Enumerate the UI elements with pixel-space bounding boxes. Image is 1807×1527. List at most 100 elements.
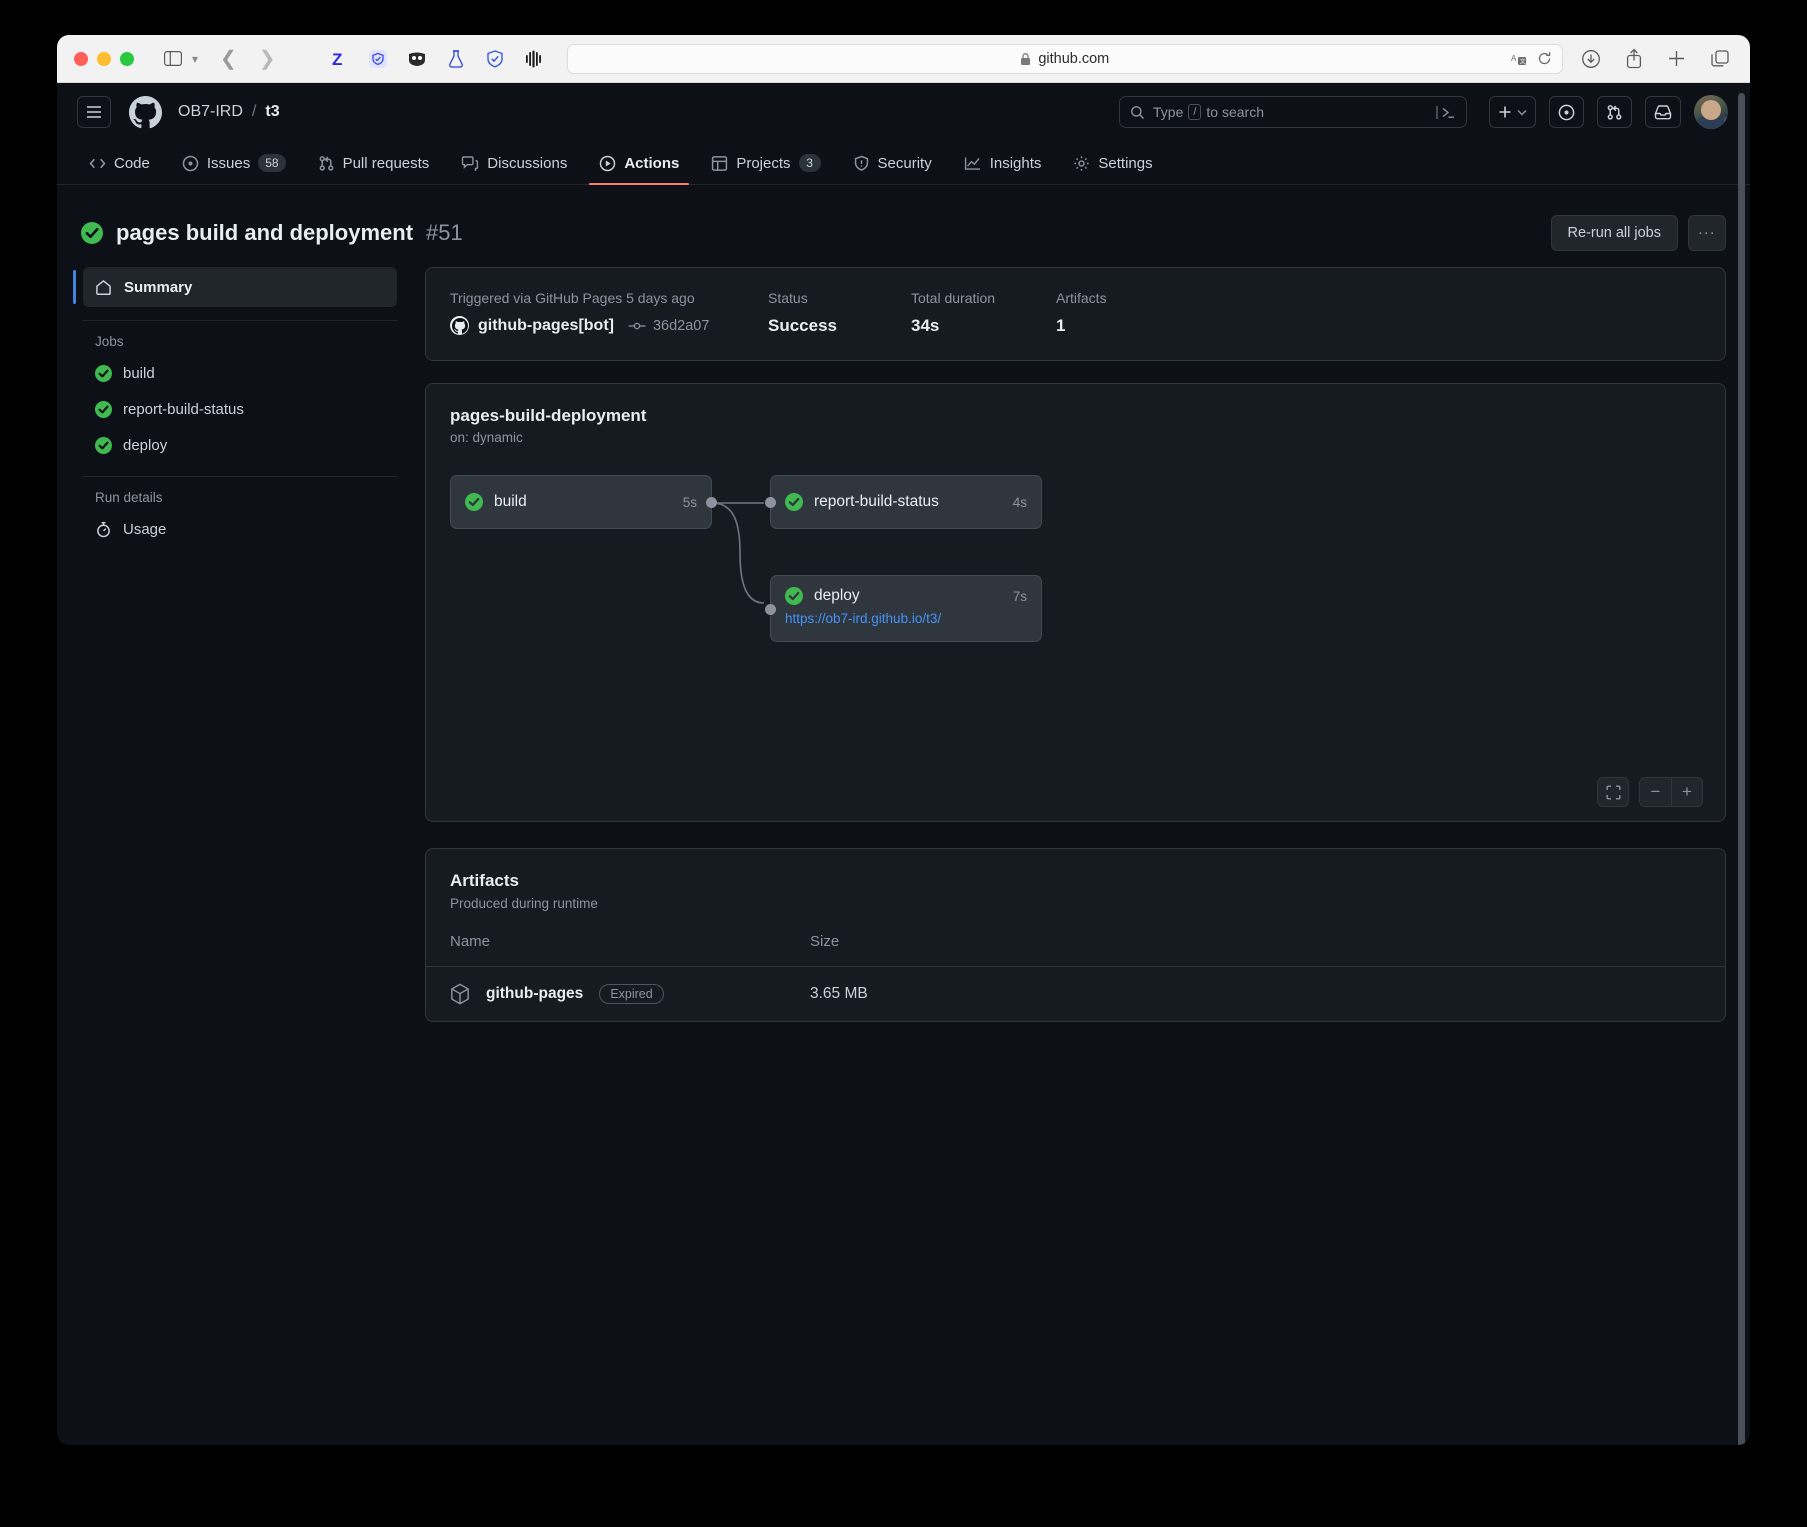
summary-status-value: Success bbox=[768, 316, 837, 335]
sidebar-item-usage[interactable]: Usage bbox=[83, 511, 397, 547]
breadcrumb-repo[interactable]: t3 bbox=[265, 103, 279, 121]
share-icon[interactable] bbox=[1625, 48, 1643, 69]
page-scrollbar[interactable] bbox=[1737, 85, 1747, 1445]
artifacts-col-size: Size bbox=[810, 933, 840, 950]
tab-actions[interactable]: Actions bbox=[587, 155, 691, 185]
more-options-button[interactable]: ... bbox=[1688, 215, 1726, 251]
tab-overview-icon[interactable] bbox=[1710, 49, 1730, 68]
check-circle-success-icon bbox=[95, 400, 112, 418]
graph-node-build[interactable]: build 5s bbox=[450, 475, 717, 529]
workflow-graph[interactable]: build 5s report-build-status 4s deploy 7… bbox=[450, 475, 1701, 805]
sidebar-run-details-header: Run details bbox=[95, 490, 163, 505]
svg-text:文: 文 bbox=[1520, 57, 1526, 65]
fit-screen-icon[interactable] bbox=[1597, 777, 1629, 807]
tab-issues[interactable]: Issues 58 bbox=[170, 154, 298, 184]
zotero-icon[interactable]: Z bbox=[328, 48, 350, 70]
waveform-icon[interactable] bbox=[523, 48, 545, 70]
shield-blue-icon[interactable] bbox=[367, 48, 389, 70]
tab-discussions-label: Discussions bbox=[487, 155, 568, 172]
graph-node-report-build-status[interactable]: report-build-status 4s bbox=[765, 475, 1042, 529]
tab-security[interactable]: Security bbox=[841, 155, 944, 184]
search-icon bbox=[1130, 105, 1145, 120]
package-icon bbox=[450, 983, 470, 1005]
sidebar-job-deploy[interactable]: deploy bbox=[83, 427, 397, 463]
flask-icon[interactable] bbox=[445, 48, 467, 70]
graph-zoom-controls[interactable]: − + bbox=[1597, 777, 1703, 807]
user-avatar[interactable] bbox=[1694, 95, 1728, 129]
github-global-header: OB7-IRD / t3 Type / to search bbox=[57, 83, 1750, 141]
stopwatch-icon bbox=[95, 521, 112, 538]
command-palette-icon[interactable] bbox=[1435, 105, 1457, 120]
mask-icon[interactable] bbox=[406, 48, 428, 70]
tab-settings[interactable]: Settings bbox=[1061, 155, 1164, 184]
graph-node-deploy[interactable]: deploy 7s https://ob7-ird.github.io/t3/ bbox=[765, 575, 1042, 642]
summary-duration: Total duration 34s bbox=[911, 290, 1056, 336]
artifacts-table-header: Name Size bbox=[426, 927, 1725, 966]
back-button[interactable]: ❮ bbox=[220, 49, 237, 69]
graph-node-deploy-url[interactable]: https://ob7-ird.github.io/t3/ bbox=[785, 611, 1027, 626]
search-slash-key: / bbox=[1188, 104, 1202, 120]
notifications-inbox-button[interactable] bbox=[1645, 96, 1681, 128]
run-header: pages build and deployment #51 Re-run al… bbox=[81, 205, 1726, 267]
summary-duration-value: 34s bbox=[911, 316, 940, 335]
sidebar-job-report-build-status-label: report-build-status bbox=[123, 400, 244, 418]
workflow-graph-card: pages-build-deployment on: dynamic build… bbox=[425, 383, 1726, 822]
sidebar-item-summary[interactable]: Summary bbox=[73, 267, 397, 307]
close-window-button[interactable] bbox=[74, 51, 88, 66]
tab-code[interactable]: Code bbox=[77, 155, 162, 184]
sidebar-job-report-build-status[interactable]: report-build-status bbox=[83, 391, 397, 427]
tab-projects[interactable]: Projects 3 bbox=[699, 154, 832, 184]
maximize-window-button[interactable] bbox=[120, 51, 134, 66]
sidebar-jobs-header: Jobs bbox=[95, 334, 124, 349]
run-page: pages build and deployment #51 Re-run al… bbox=[57, 185, 1750, 1022]
summary-commit-sha[interactable]: 36d2a07 bbox=[653, 318, 709, 334]
adguard-shield-icon[interactable] bbox=[484, 48, 506, 70]
lock-icon bbox=[1020, 52, 1031, 66]
issues-button[interactable] bbox=[1549, 96, 1584, 128]
zoom-level-controls[interactable]: − + bbox=[1639, 777, 1703, 807]
graph-node-deploy-input-port bbox=[765, 604, 776, 615]
search-input[interactable]: Type / to search bbox=[1119, 96, 1467, 128]
check-circle-success-icon bbox=[81, 222, 103, 244]
zoom-in-button[interactable]: + bbox=[1671, 778, 1702, 806]
sidebar-job-build[interactable]: build bbox=[83, 355, 397, 391]
sidebar-chevron-down-icon[interactable]: ▾ bbox=[192, 52, 198, 66]
artifacts-title: Artifacts bbox=[450, 871, 519, 890]
tab-pull-requests[interactable]: Pull requests bbox=[306, 155, 442, 184]
sidebar-divider-2 bbox=[83, 476, 397, 477]
graph-node-deploy-duration: 7s bbox=[1012, 588, 1027, 604]
window-controls[interactable] bbox=[74, 51, 134, 66]
graph-node-report-build-status-label: report-build-status bbox=[814, 493, 939, 510]
artifact-name[interactable]: github-pages bbox=[486, 985, 583, 1003]
comment-discussion-icon bbox=[461, 155, 479, 172]
download-icon[interactable] bbox=[1581, 49, 1601, 69]
reload-icon[interactable] bbox=[1537, 51, 1552, 66]
url-text: github.com bbox=[1038, 50, 1110, 67]
zoom-out-button[interactable]: − bbox=[1640, 778, 1671, 806]
global-nav-menu-button[interactable] bbox=[77, 96, 111, 128]
sidebar-toggle-icon[interactable] bbox=[160, 48, 186, 70]
create-new-button[interactable] bbox=[1489, 96, 1536, 128]
pull-requests-button[interactable] bbox=[1597, 96, 1632, 128]
extension-icons[interactable]: Z bbox=[328, 48, 545, 70]
graph-node-build-duration: 5s bbox=[682, 494, 697, 510]
github-logo-icon[interactable] bbox=[129, 95, 162, 129]
forward-button[interactable]: ❯ bbox=[259, 49, 276, 69]
rerun-all-jobs-button[interactable]: Re-run all jobs bbox=[1550, 215, 1678, 251]
search-placeholder-tail: to search bbox=[1206, 104, 1265, 120]
check-circle-success-icon bbox=[95, 436, 112, 454]
new-tab-icon[interactable] bbox=[1667, 49, 1686, 68]
minimize-window-button[interactable] bbox=[97, 51, 111, 66]
run-summary-card: Triggered via GitHub Pages 5 days ago gi… bbox=[425, 267, 1726, 361]
scrollbar-thumb[interactable] bbox=[1738, 93, 1745, 1445]
table-row[interactable]: github-pages Expired 3.65 MB bbox=[426, 966, 1725, 1021]
summary-actor[interactable]: github-pages[bot] bbox=[478, 317, 614, 335]
address-bar[interactable]: github.com A文 bbox=[566, 43, 1563, 74]
table-icon bbox=[711, 155, 728, 172]
translate-icon[interactable]: A文 bbox=[1511, 52, 1527, 66]
breadcrumb-owner[interactable]: OB7-IRD bbox=[178, 103, 243, 121]
tab-insights[interactable]: Insights bbox=[952, 155, 1054, 184]
search-placeholder-head: Type bbox=[1153, 104, 1184, 120]
tab-discussions[interactable]: Discussions bbox=[449, 155, 579, 184]
commit-icon bbox=[628, 320, 646, 332]
